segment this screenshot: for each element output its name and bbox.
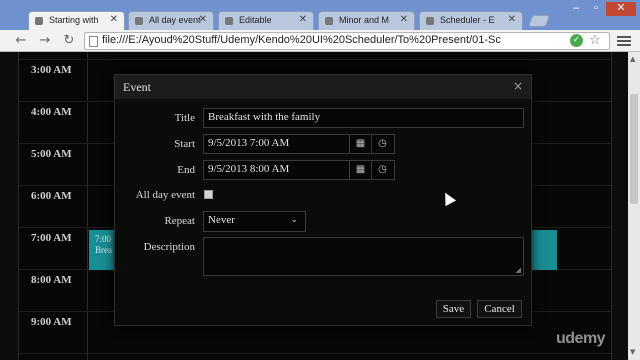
event-title: Brea	[95, 245, 112, 255]
maximize-button[interactable]: ▫	[586, 2, 606, 16]
tab-strip: Starting with ✕ All day event ✕ Editable…	[0, 0, 640, 30]
tab-label: All day event	[149, 15, 201, 25]
hour-line	[19, 353, 611, 354]
forward-button[interactable]: →	[36, 32, 54, 50]
tab-minor-and-major[interactable]: Minor and M ✕	[318, 11, 415, 30]
address-text: file:///E:/Ayoud%20Stuff/Udemy/Kendo%20U…	[102, 34, 501, 46]
time-label: 8:00 AM	[31, 274, 72, 286]
time-label: 9:00 AM	[31, 316, 72, 328]
tab-scheduler[interactable]: Scheduler - E ✕	[419, 11, 523, 30]
favicon-icon	[225, 17, 233, 25]
tab-editable[interactable]: Editable ✕	[218, 11, 314, 30]
time-label: 7:00 AM	[31, 232, 72, 244]
end-value: 9/5/2013 8:00 AM	[208, 163, 290, 175]
close-window-button[interactable]: ✕	[606, 2, 636, 16]
check-icon[interactable]: ✓	[570, 34, 583, 47]
time-label: 4:00 AM	[31, 106, 72, 118]
tab-close-icon[interactable]: ✕	[199, 14, 207, 25]
scroll-up-icon[interactable]: ▲	[630, 55, 635, 63]
start-value: 9/5/2013 7:00 AM	[208, 137, 290, 149]
tab-close-icon[interactable]: ✕	[508, 14, 516, 25]
scroll-down-icon[interactable]: ▼	[630, 348, 635, 356]
repeat-value: Never	[208, 214, 235, 226]
clock-icon[interactable]: ◷	[371, 134, 393, 154]
scrollbar-thumb[interactable]	[630, 94, 638, 204]
window-controls: – ▫ ✕	[566, 2, 636, 16]
resize-handle-icon[interactable]: ◢	[516, 266, 521, 274]
repeat-select[interactable]: Never ⌄	[203, 211, 306, 232]
favicon-icon	[426, 17, 434, 25]
chevron-down-icon: ⌄	[290, 215, 298, 225]
save-button[interactable]: Save	[436, 300, 471, 318]
tab-close-icon[interactable]: ✕	[110, 14, 118, 25]
start-label: Start	[174, 138, 195, 150]
new-tab-button[interactable]	[527, 15, 551, 27]
hour-line	[19, 59, 611, 60]
calendar-icon[interactable]: ▦	[349, 160, 371, 180]
close-icon[interactable]: ×	[513, 79, 523, 93]
tab-all-day-event[interactable]: All day event ✕	[128, 11, 214, 30]
title-label: Title	[174, 112, 195, 124]
cancel-button[interactable]: Cancel	[477, 300, 522, 318]
tab-label: Minor and M	[339, 15, 390, 25]
event-time: 7:00	[95, 234, 112, 244]
description-label: Description	[143, 241, 195, 253]
time-label: 3:00 AM	[31, 64, 72, 76]
reload-button[interactable]: ↻	[60, 32, 78, 50]
tab-close-icon[interactable]: ✕	[299, 14, 307, 25]
title-input[interactable]: Breakfast with the family	[203, 108, 524, 128]
favicon-icon	[325, 17, 333, 25]
browser-toolbar: ← → ↻ file:///E:/Ayoud%20Stuff/Udemy/Ken…	[0, 30, 640, 52]
event-edit-dialog: Event × Title Breakfast with the family …	[114, 74, 532, 326]
time-label: 5:00 AM	[31, 148, 72, 160]
tab-starting-with[interactable]: Starting with ✕	[28, 11, 125, 30]
udemy-watermark: udemy	[556, 330, 606, 347]
favicon-icon	[35, 17, 43, 25]
end-label: End	[177, 164, 195, 176]
page-icon	[89, 36, 98, 47]
tab-label: Scheduler - E	[440, 15, 495, 25]
favicon-icon	[135, 17, 143, 25]
dialog-titlebar: Event ×	[115, 75, 531, 99]
bookmark-star-icon[interactable]: ☆	[589, 33, 601, 48]
vertical-scrollbar[interactable]: ▲ ▼	[628, 52, 640, 360]
dialog-title: Event	[123, 80, 151, 94]
description-textarea[interactable]: ◢	[203, 237, 524, 276]
calendar-icon[interactable]: ▦	[349, 134, 371, 154]
browser-chrome: Starting with ✕ All day event ✕ Editable…	[0, 0, 640, 52]
time-label: 6:00 AM	[31, 190, 72, 202]
tab-label: Starting with	[49, 15, 99, 25]
clock-icon[interactable]: ◷	[371, 160, 393, 180]
all-day-label: All day event	[135, 189, 195, 201]
minimize-button[interactable]: –	[566, 2, 586, 16]
tab-close-icon[interactable]: ✕	[400, 14, 408, 25]
time-column: 3:00 AM 4:00 AM 5:00 AM 6:00 AM 7:00 AM …	[19, 52, 88, 360]
menu-icon[interactable]	[617, 34, 631, 48]
all-day-checkbox[interactable]	[204, 190, 213, 199]
tab-label: Editable	[239, 15, 272, 25]
address-bar[interactable]: file:///E:/Ayoud%20Stuff/Udemy/Kendo%20U…	[84, 32, 610, 50]
repeat-label: Repeat	[164, 215, 195, 227]
back-button[interactable]: ←	[12, 32, 30, 50]
